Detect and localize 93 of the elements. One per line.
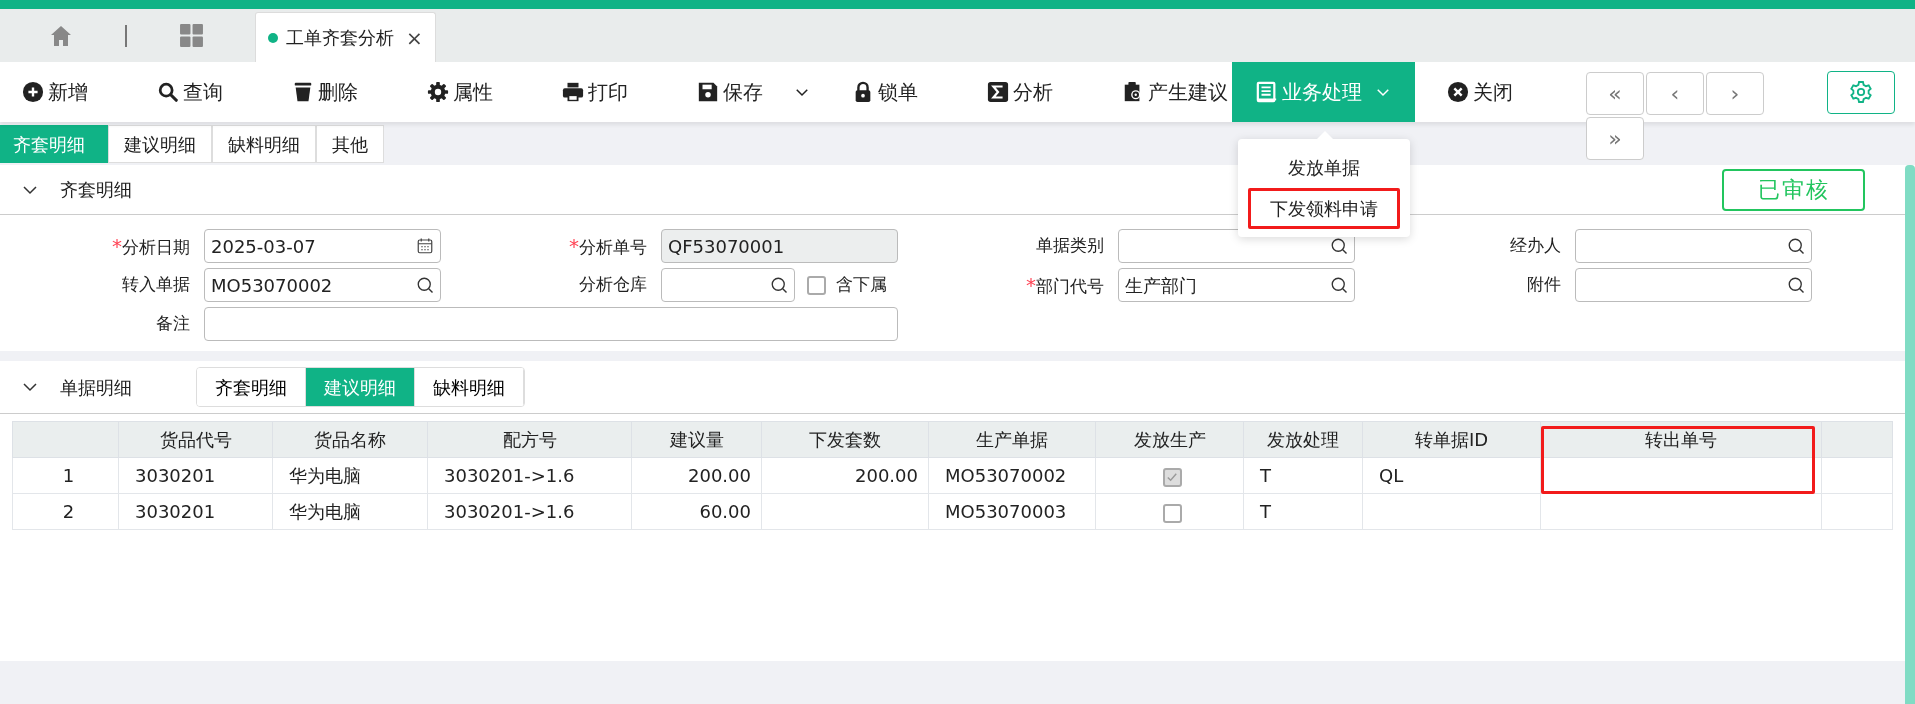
section-title: 单据明细 [60,375,132,400]
column-header: 货品代号 [118,421,273,458]
toolbar-button[interactable]: 打印 [540,62,675,122]
close-icon[interactable]: × [406,22,423,53]
home-icon [49,24,73,48]
lookup-field[interactable] [1575,268,1812,302]
printer-icon [562,81,584,103]
toolbar-button[interactable]: 产生建议 [1100,62,1232,122]
table-cell: 60.00 [631,493,762,530]
row-number: 2 [12,493,119,530]
search-icon [416,276,434,294]
checkbox[interactable] [807,275,826,295]
table-cell: MO53070003 [928,493,1096,530]
field-label: 分析单号 [579,237,647,257]
table-cell: T [1243,493,1363,530]
field-label: 单据类别 [1036,235,1104,256]
field-label: 部门代号 [1036,276,1104,296]
gear-icon [427,81,449,103]
lookup-field[interactable] [661,268,795,302]
sigma-icon [987,81,1009,103]
document-tab[interactable]: 工单齐套分析 × [255,12,436,62]
table-cell: 华为电脑 [272,493,428,530]
field-label: 转入单据 [122,274,190,295]
settings-button[interactable] [1827,70,1895,114]
menu-item[interactable]: 发放单据 [1248,147,1400,188]
calendar-icon [416,237,434,255]
close-icon [1447,81,1469,103]
page-tab[interactable]: 建议明细 [108,125,212,163]
text-field[interactable] [204,307,898,341]
page-tab[interactable]: 其他 [316,125,384,163]
field-label: 分析仓库 [579,274,647,295]
toolbar-button[interactable]: 关闭 [1425,62,1560,122]
table-cell: T [1243,457,1363,494]
table-cell: 200.00 [631,457,762,494]
pager-button[interactable]: › [1706,72,1764,115]
toolbar-button[interactable]: 删除 [270,62,405,122]
column-header: 下发套数 [761,421,929,458]
readonly-field: QF53070001 [661,229,898,263]
table-cell: 华为电脑 [272,457,428,494]
required-asterisk: * [569,234,579,258]
toolbar-button[interactable]: 保存 [675,62,830,122]
search-icon [1330,276,1348,294]
pager-button[interactable]: » [1586,117,1644,160]
section-title: 齐套明细 [60,178,132,202]
date-field[interactable]: 2025-03-07 [204,229,441,263]
row-number: 1 [12,457,119,494]
scrollbar[interactable] [1905,165,1915,704]
column-header: 发放处理 [1243,421,1363,458]
plus-icon [22,81,44,103]
field-label: 附件 [1527,274,1561,295]
checkbox-label: 含下属 [836,273,887,297]
search-icon [157,81,179,103]
table-cell: MO53070002 [928,457,1096,494]
page-tab[interactable]: 缺料明细 [212,125,316,163]
toolbar-button[interactable]: 分析 [965,62,1100,122]
field-label: 经办人 [1510,235,1561,256]
detail-tab[interactable]: 齐套明细 [197,368,306,406]
trash-icon [292,81,314,103]
search-icon [770,276,788,294]
settings-icon [1849,80,1873,104]
lookup-field[interactable]: MO53070002 [204,268,441,302]
table-cell: 3030201 [118,457,273,494]
table-cell: 200.00 [761,457,929,494]
column-header: 配方号 [427,421,632,458]
menu-item[interactable]: 下发领料申请 [1248,188,1400,229]
pager-button[interactable]: « [1586,72,1644,115]
search-icon [1787,276,1805,294]
field-label: 备注 [156,313,190,334]
search-icon [1787,237,1805,255]
table-cell: QL [1362,457,1541,494]
toolbar-button[interactable]: 锁单 [830,62,965,122]
pager-button[interactable]: ‹ [1646,72,1704,115]
search-icon [1330,237,1348,255]
column-header: 转单据ID [1362,421,1541,458]
column-header: 发放生产 [1095,421,1244,458]
toolbar-button[interactable]: 属性 [405,62,540,122]
toolbar-button[interactable]: 新增 [0,62,135,122]
toolbar-button[interactable]: 查询 [135,62,270,122]
lookup-field[interactable] [1575,229,1812,263]
column-header: 建议量 [631,421,762,458]
field-label: 分析日期 [122,237,190,257]
active-dot [268,32,278,43]
lookup-field[interactable]: 生产部门 [1118,268,1355,302]
required-asterisk: * [112,234,122,258]
table-cell: 3030201 [118,493,273,530]
table-cell: 3030201->1.6 [427,493,632,530]
grid-icon [179,23,204,48]
required-asterisk: * [1026,273,1036,297]
column-header: 生产单据 [928,421,1096,458]
document-icon [1255,81,1278,103]
status-badge: 已审核 [1722,168,1865,211]
column-header: 货品名称 [272,421,428,458]
table-cell: 3030201->1.6 [427,457,632,494]
